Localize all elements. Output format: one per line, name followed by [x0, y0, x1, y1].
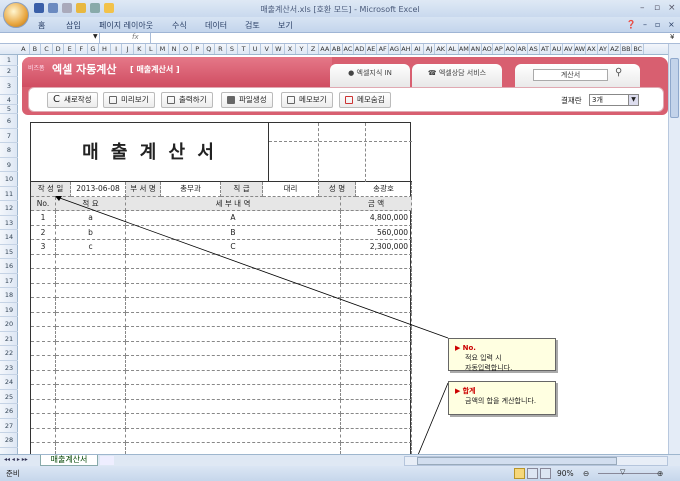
status-bar: 준비 90% ⊖ ▽ ⊕: [0, 466, 680, 481]
comment-no: ▶ No. 적요 입력 시 자동입력합니다.: [448, 338, 556, 372]
insert-sheet-icon[interactable]: [100, 456, 114, 465]
zoom-in-icon[interactable]: ⊕: [657, 466, 663, 481]
view-buttons: [514, 468, 554, 479]
comment-title: 합계: [462, 387, 476, 395]
comment-line: [417, 382, 449, 456]
office-button[interactable]: [3, 2, 29, 28]
comment-total: ▶ 합계 금액의 합을 계산합니다.: [448, 381, 556, 415]
zoom-slider-thumb[interactable]: ▽: [620, 465, 625, 480]
page-layout-view-icon[interactable]: [527, 468, 538, 479]
horizontal-scrollbar[interactable]: [404, 456, 668, 466]
comment-text: 금액의 합을 계산합니다.: [465, 397, 537, 405]
normal-view-icon[interactable]: [514, 468, 525, 479]
page-break-view-icon[interactable]: [540, 468, 551, 479]
sheet-tab-active[interactable]: 매출계산서: [40, 455, 98, 466]
zoom-slider[interactable]: [598, 473, 658, 474]
arrow-right-icon: ▶: [455, 387, 463, 395]
comment-text: 적요 입력 시: [465, 354, 502, 362]
zoom-out-icon[interactable]: ⊖: [583, 466, 589, 481]
comment-arrow-line: [56, 196, 449, 339]
sheet-tabs-bar: ◂◂ ◂ ▸ ▸▸ 매출계산서: [0, 454, 680, 466]
sheet-nav-icons[interactable]: ◂◂ ◂ ▸ ▸▸: [4, 456, 28, 463]
comment-connectors: [55, 196, 449, 456]
hscroll-thumb[interactable]: [417, 457, 617, 465]
comment-title: No.: [462, 344, 476, 352]
status-ready: 준비: [6, 469, 20, 478]
comment-text: 자동입력합니다.: [465, 364, 513, 372]
arrow-right-icon: ▶: [455, 344, 463, 352]
zoom-level[interactable]: 90%: [557, 466, 574, 481]
